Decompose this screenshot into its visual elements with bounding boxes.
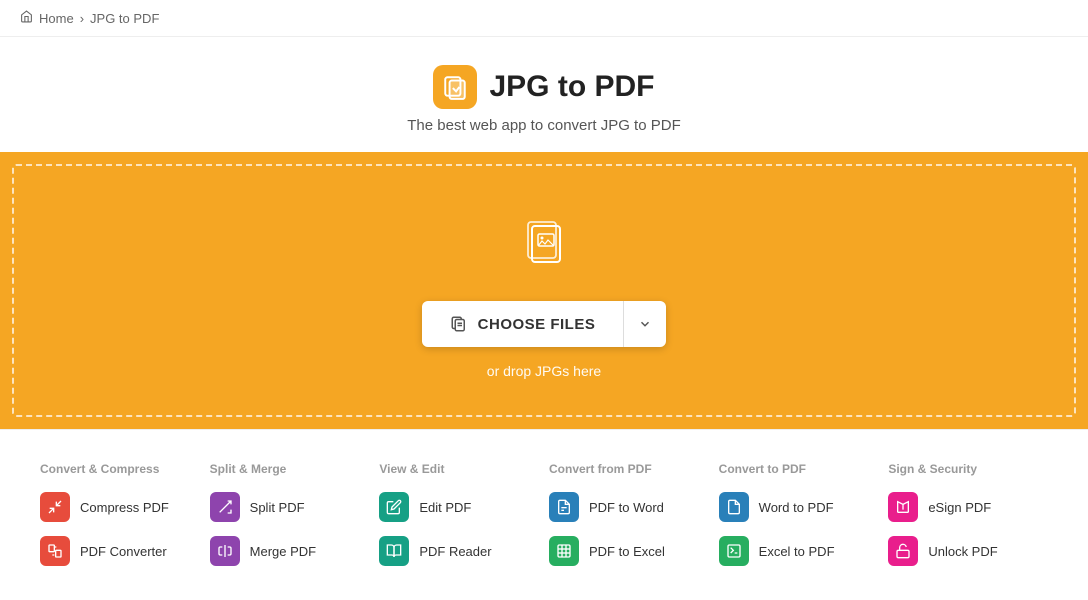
tool-name-word-to-pdf: Word to PDF (759, 500, 834, 515)
tool-item-compress-pdf[interactable]: Compress PDF (40, 492, 200, 522)
tool-category-4: Convert to PDF Word to PDF Excel to PDF (719, 462, 879, 580)
tool-icon-unlock-pdf (888, 536, 918, 566)
tool-category-1: Split & Merge Split PDF Merge PDF (210, 462, 370, 580)
tool-item-excel-to-pdf[interactable]: Excel to PDF (719, 536, 879, 566)
tool-category-5: Sign & Security eSign PDF Unlock PDF (888, 462, 1048, 580)
tool-icon-edit-pdf (379, 492, 409, 522)
tool-name-unlock-pdf: Unlock PDF (928, 544, 997, 559)
category-title-3: Convert from PDF (549, 462, 709, 476)
tool-name-pdf-reader: PDF Reader (419, 544, 491, 559)
tool-name-compress-pdf: Compress PDF (80, 500, 169, 515)
tool-name-pdf-converter: PDF Converter (80, 544, 167, 559)
tool-name-split-pdf: Split PDF (250, 500, 305, 515)
tool-item-merge-pdf[interactable]: Merge PDF (210, 536, 370, 566)
drop-zone-border (12, 164, 1076, 417)
tool-icon-pdf-reader (379, 536, 409, 566)
category-title-2: View & Edit (379, 462, 539, 476)
tool-icon-pdf-converter (40, 536, 70, 566)
home-link[interactable]: Home (39, 11, 74, 26)
category-title-0: Convert & Compress (40, 462, 200, 476)
choose-files-button-group[interactable]: CHOOSE FILES (422, 301, 667, 347)
tool-icon-pdf-to-excel (549, 536, 579, 566)
tool-item-unlock-pdf[interactable]: Unlock PDF (888, 536, 1048, 566)
tool-name-edit-pdf: Edit PDF (419, 500, 471, 515)
app-icon (433, 65, 477, 109)
tool-icon-pdf-to-word (549, 492, 579, 522)
choose-files-dropdown-button[interactable] (623, 301, 666, 347)
tool-icon-merge-pdf (210, 536, 240, 566)
drop-zone[interactable]: CHOOSE FILES or drop JPGs here (0, 152, 1088, 429)
tool-item-edit-pdf[interactable]: Edit PDF (379, 492, 539, 522)
tool-name-excel-to-pdf: Excel to PDF (759, 544, 835, 559)
tool-item-pdf-converter[interactable]: PDF Converter (40, 536, 200, 566)
home-icon (20, 10, 33, 26)
tool-name-pdf-to-word: PDF to Word (589, 500, 664, 515)
page-title: JPG to PDF (489, 70, 654, 104)
choose-files-button[interactable]: CHOOSE FILES (422, 301, 624, 347)
current-page-crumb: JPG to PDF (90, 11, 159, 26)
choose-files-label: CHOOSE FILES (478, 316, 596, 333)
breadcrumb: Home › JPG to PDF (0, 0, 1088, 37)
drop-hint-text: or drop JPGs here (487, 363, 601, 379)
page-header: JPG to PDF The best web app to convert J… (0, 37, 1088, 152)
tool-name-pdf-to-excel: PDF to Excel (589, 544, 665, 559)
tool-item-split-pdf[interactable]: Split PDF (210, 492, 370, 522)
tool-name-esign-pdf: eSign PDF (928, 500, 991, 515)
category-title-4: Convert to PDF (719, 462, 879, 476)
breadcrumb-separator: › (80, 11, 84, 26)
tool-item-pdf-to-word[interactable]: PDF to Word (549, 492, 709, 522)
tool-icon-split-pdf (210, 492, 240, 522)
tool-name-merge-pdf: Merge PDF (250, 544, 316, 559)
tool-category-2: View & Edit Edit PDF PDF Reader (379, 462, 539, 580)
tool-category-0: Convert & Compress Compress PDF PDF Conver… (40, 462, 200, 580)
tool-item-esign-pdf[interactable]: eSign PDF (888, 492, 1048, 522)
tool-icon-excel-to-pdf (719, 536, 749, 566)
category-title-1: Split & Merge (210, 462, 370, 476)
tool-category-3: Convert from PDF PDF to Word PDF to Excel (549, 462, 709, 580)
tools-grid: Convert & Compress Compress PDF PDF Conver… (40, 462, 1048, 580)
tool-icon-word-to-pdf (719, 492, 749, 522)
tools-section: Convert & Compress Compress PDF PDF Conver… (0, 429, 1088, 600)
file-upload-icon (514, 212, 574, 277)
category-title-5: Sign & Security (888, 462, 1048, 476)
tool-item-pdf-reader[interactable]: PDF Reader (379, 536, 539, 566)
tool-icon-esign-pdf (888, 492, 918, 522)
tool-icon-compress-pdf (40, 492, 70, 522)
page-subtitle: The best web app to convert JPG to PDF (20, 117, 1068, 134)
tool-item-word-to-pdf[interactable]: Word to PDF (719, 492, 879, 522)
tool-item-pdf-to-excel[interactable]: PDF to Excel (549, 536, 709, 566)
